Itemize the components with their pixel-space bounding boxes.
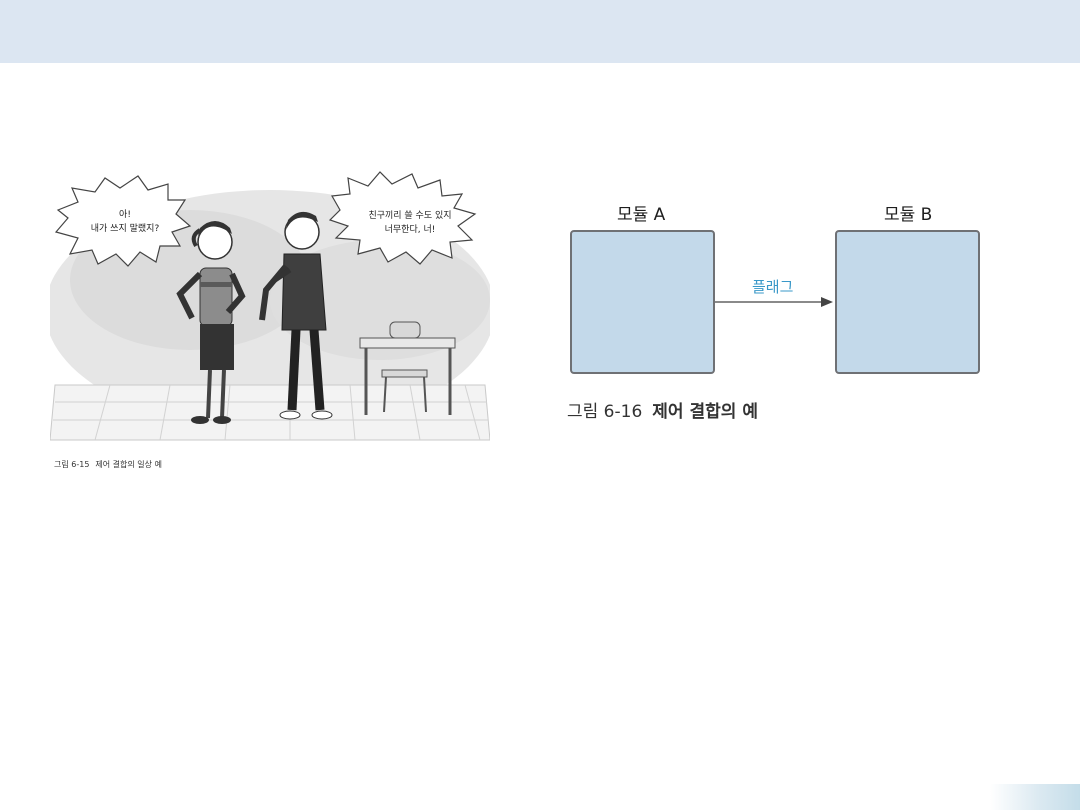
header-band xyxy=(0,0,1080,63)
flag-arrow xyxy=(715,297,833,307)
figure-title: 제어 결합의 예 xyxy=(652,402,758,422)
corner-accent xyxy=(990,784,1080,810)
speech-line: 아! xyxy=(119,210,131,220)
figure-number: 그림 6-15 xyxy=(54,460,90,469)
speech-line: 친구끼리 쓸 수도 있지 xyxy=(368,211,452,221)
module-b-box xyxy=(835,230,980,374)
cartoon-illustration: 아! 내가 쓰지 말랬지? 친구끼리 쓸 수도 있지 너무한다, 너! xyxy=(50,170,490,455)
speech-bubble-girl: 아! 내가 쓰지 말랬지? xyxy=(75,208,175,236)
speech-line: 너무한다, 너! xyxy=(384,225,436,235)
module-a-box xyxy=(570,230,715,374)
speech-line: 내가 쓰지 말랬지? xyxy=(90,224,160,234)
speech-bubble-boy: 친구끼리 쓸 수도 있지 너무한다, 너! xyxy=(355,209,465,237)
figure-caption-left: 그림 6-15 제어 결합의 일상 예 xyxy=(54,459,162,470)
module-a-title: 모듈 A xyxy=(617,205,666,225)
module-b-title: 모듈 B xyxy=(884,205,933,225)
figure-title: 제어 결합의 일상 예 xyxy=(95,460,162,469)
figure-caption-right: 그림 6-16 제어 결합의 예 xyxy=(567,397,758,422)
figure-number: 그림 6-16 xyxy=(567,402,643,422)
